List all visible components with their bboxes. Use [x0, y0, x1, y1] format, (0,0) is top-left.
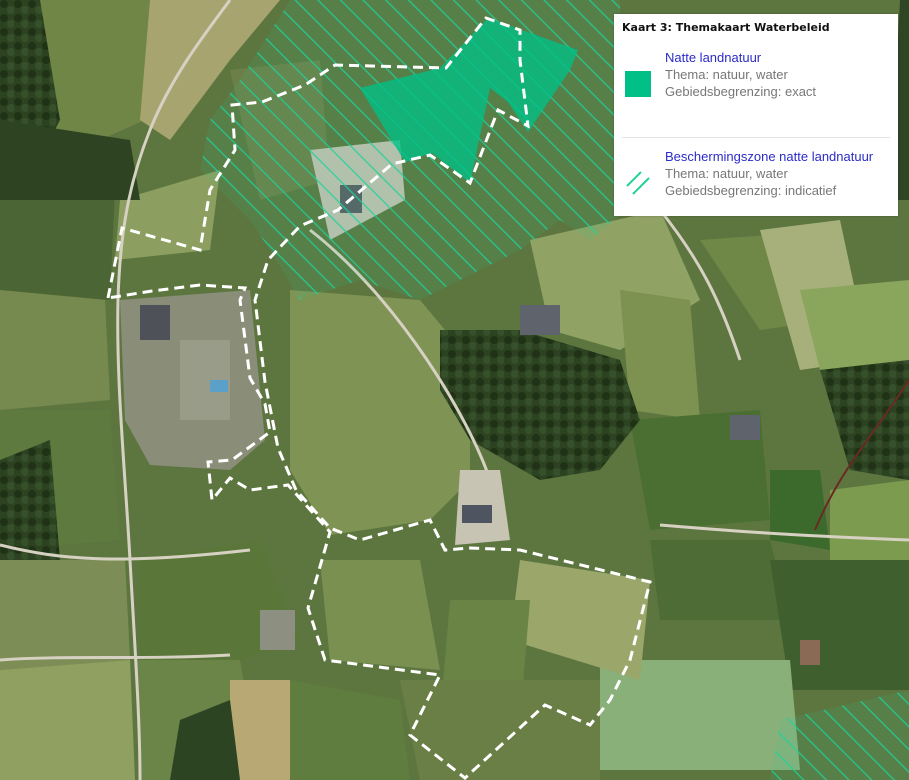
legend-item-name[interactable]: Natte landnatuur	[665, 49, 816, 66]
legend-item-begrenzing: Gebiedsbegrenzing: indicatief	[665, 183, 837, 198]
legend-item-natte-landnatuur: Natte landnatuur Thema: natuur, water Ge…	[622, 49, 890, 127]
legend-title: Kaart 3: Themakaart Waterbeleid	[622, 21, 830, 34]
legend-item-beschermingszone: Beschermingszone natte landnatuur Thema:…	[622, 137, 890, 226]
legend-item-thema: Thema: natuur, water	[665, 67, 788, 82]
solid-fill-swatch-icon	[625, 71, 651, 97]
diagonal-hatch-swatch-icon	[625, 170, 651, 196]
legend-item-name[interactable]: Beschermingszone natte landnatuur	[665, 148, 873, 165]
map-legend: Kaart 3: Themakaart Waterbeleid Natte la…	[614, 14, 898, 216]
legend-item-thema: Thema: natuur, water	[665, 166, 788, 181]
legend-item-begrenzing: Gebiedsbegrenzing: exact	[665, 84, 817, 99]
